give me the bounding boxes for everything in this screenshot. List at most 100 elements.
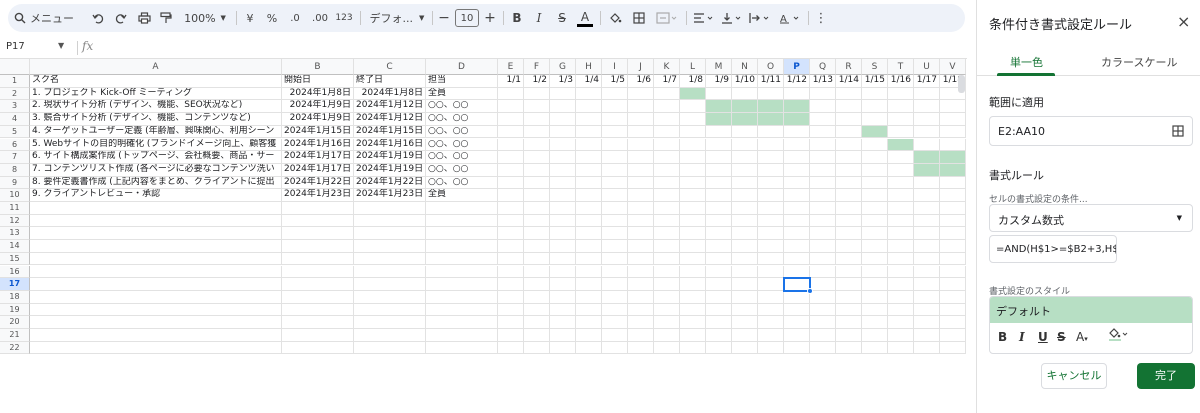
table-cell[interactable] (888, 240, 914, 253)
table-cell[interactable] (836, 163, 862, 177)
table-cell[interactable] (810, 189, 836, 202)
table-cell[interactable]: 1/15 (862, 75, 888, 88)
table-cell[interactable] (628, 265, 654, 279)
table-cell[interactable] (914, 316, 940, 329)
row-header[interactable]: 8 (0, 163, 30, 177)
table-cell[interactable] (758, 214, 784, 228)
table-cell[interactable] (654, 278, 680, 291)
table-cell[interactable] (680, 240, 706, 253)
table-cell[interactable] (810, 240, 836, 253)
table-cell[interactable] (862, 100, 888, 114)
table-cell[interactable] (940, 214, 966, 228)
table-cell[interactable] (862, 189, 888, 202)
table-cell[interactable] (628, 138, 654, 152)
table-cell[interactable] (914, 240, 940, 253)
column-header[interactable]: T (888, 59, 914, 75)
table-cell[interactable]: 8. 要件定義書作成 (上記内容をまとめ、クライアントに提出 (30, 176, 282, 190)
table-cell[interactable] (810, 125, 836, 139)
table-cell[interactable]: 担当 (426, 75, 498, 88)
table-cell[interactable]: 1/16 (888, 75, 914, 88)
table-cell[interactable]: 2024年1月15日 (282, 125, 354, 139)
table-cell[interactable] (550, 151, 576, 164)
table-cell[interactable] (784, 227, 810, 241)
table-cell[interactable]: 1/11 (758, 75, 784, 88)
table-cell[interactable]: ○○、○○ (426, 151, 498, 164)
table-cell[interactable] (784, 125, 810, 139)
column-header[interactable]: Q (810, 59, 836, 75)
table-cell[interactable] (758, 125, 784, 139)
undo-icon[interactable] (90, 6, 106, 30)
table-cell[interactable] (602, 100, 628, 114)
table-cell[interactable] (706, 278, 732, 291)
table-cell[interactable] (602, 240, 628, 253)
table-cell[interactable] (758, 252, 784, 266)
table-cell[interactable] (524, 163, 550, 177)
table-cell[interactable] (706, 240, 732, 253)
table-cell[interactable] (30, 252, 282, 266)
table-cell[interactable] (914, 163, 940, 177)
table-cell[interactable] (550, 227, 576, 241)
table-cell[interactable] (354, 303, 426, 317)
table-cell[interactable] (654, 202, 680, 215)
vertical-align-icon[interactable] (720, 6, 744, 30)
table-cell[interactable] (576, 303, 602, 317)
table-cell[interactable] (602, 303, 628, 317)
column-header[interactable]: A (30, 59, 282, 75)
table-cell[interactable] (862, 176, 888, 190)
table-cell[interactable] (732, 290, 758, 304)
table-cell[interactable] (888, 125, 914, 139)
table-cell[interactable] (914, 278, 940, 291)
table-cell[interactable] (680, 138, 706, 152)
table-cell[interactable] (758, 163, 784, 177)
column-header[interactable]: K (654, 59, 680, 75)
table-cell[interactable] (628, 329, 654, 342)
table-cell[interactable] (940, 138, 966, 152)
decrease-decimal-button[interactable]: .0 (287, 6, 303, 30)
redo-icon[interactable] (113, 6, 129, 30)
table-cell[interactable] (914, 113, 940, 126)
align-left-icon[interactable] (692, 6, 716, 30)
increase-decimal-button[interactable]: .00 (310, 6, 330, 30)
column-header[interactable]: V (940, 59, 966, 75)
table-cell[interactable] (732, 316, 758, 329)
table-cell[interactable] (602, 329, 628, 342)
table-cell[interactable]: 6. サイト構成案作成 (トップページ、会社概要、商品・サー (30, 151, 282, 164)
table-cell[interactable] (550, 240, 576, 253)
table-cell[interactable] (706, 113, 732, 126)
table-cell[interactable] (680, 329, 706, 342)
table-cell[interactable] (602, 138, 628, 152)
table-cell[interactable] (30, 202, 282, 215)
table-cell[interactable] (680, 303, 706, 317)
table-cell[interactable] (862, 329, 888, 342)
table-cell[interactable] (836, 265, 862, 279)
table-cell[interactable] (628, 125, 654, 139)
tab-color-scale[interactable]: カラースケール (1101, 54, 1177, 70)
table-cell[interactable] (706, 151, 732, 164)
table-cell[interactable] (706, 176, 732, 190)
row-header[interactable]: 12 (0, 214, 30, 228)
table-cell[interactable] (940, 202, 966, 215)
table-cell[interactable] (862, 87, 888, 101)
table-cell[interactable] (810, 341, 836, 355)
table-cell[interactable]: 2024年1月23日 (282, 189, 354, 202)
table-cell[interactable] (550, 316, 576, 329)
table-cell[interactable] (784, 303, 810, 317)
table-cell[interactable]: 3. 競合サイト分析 (デザイン、機能、コンテンツなど) (30, 113, 282, 126)
table-cell[interactable]: 1/12 (784, 75, 810, 88)
font-size-increase-button[interactable]: + (484, 6, 496, 30)
table-cell[interactable] (758, 265, 784, 279)
table-cell[interactable]: ○○、○○ (426, 100, 498, 114)
table-cell[interactable] (602, 87, 628, 101)
table-cell[interactable] (524, 87, 550, 101)
table-cell[interactable] (836, 100, 862, 114)
table-cell[interactable] (576, 151, 602, 164)
table-cell[interactable] (576, 278, 602, 291)
condition-select[interactable]: カスタム数式 ▼ (989, 204, 1193, 232)
table-cell[interactable] (602, 189, 628, 202)
row-header[interactable]: 17 (0, 278, 30, 291)
chevron-down-icon[interactable]: ▼ (58, 41, 64, 50)
table-cell[interactable] (524, 113, 550, 126)
table-cell[interactable] (30, 227, 282, 241)
table-cell[interactable] (282, 265, 354, 279)
table-cell[interactable] (862, 278, 888, 291)
